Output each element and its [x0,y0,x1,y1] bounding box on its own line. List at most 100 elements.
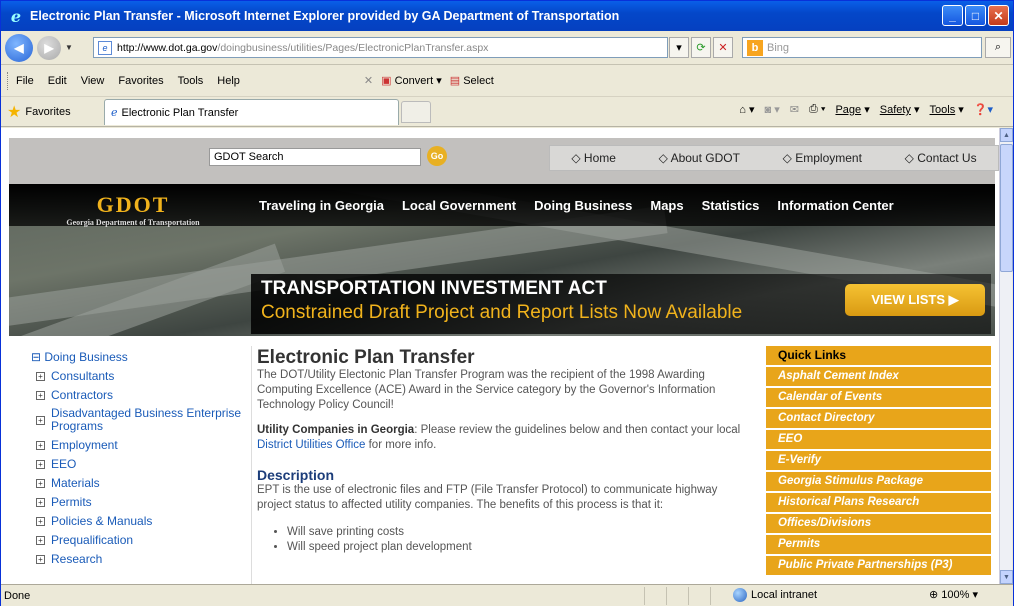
district-utilities-link[interactable]: District Utilities Office [257,439,365,451]
expand-icon: + [36,517,45,526]
select-label: Select [463,75,494,87]
zoom-control[interactable]: ⊕ 100% ▾ [929,588,978,601]
status-text: Done [4,589,31,602]
mainnav-traveling[interactable]: Traveling in Georgia [259,198,384,213]
expand-icon: + [36,391,45,400]
menu-view[interactable]: View [81,75,105,87]
new-tab-button[interactable] [401,101,431,123]
main-nav: Traveling in Georgia Local Government Do… [259,198,894,213]
page-title: Electronic Plan Transfer [257,347,475,368]
address-input[interactable]: e http://www.dot.ga.gov /doingbusiness/u… [93,37,668,58]
left-nav-root[interactable]: ⊟ Doing Business [31,350,251,364]
nav-about[interactable]: ◇ About GDOT [659,151,740,165]
stop-icon[interactable]: ✕ [713,37,733,58]
mainnav-information-center[interactable]: Information Center [777,198,893,213]
site-search-input[interactable]: GDOT Search [209,148,421,166]
quick-link-historical-plans[interactable]: Historical Plans Research [766,493,991,512]
maximize-button[interactable]: □ [965,5,986,26]
left-nav-item-contractors[interactable]: + Contractors [31,388,251,402]
select-button[interactable]: ▤ Select [450,74,494,87]
print-icon[interactable]: ⎙ ▾ [809,103,825,116]
left-nav-label: Consultants [51,369,115,383]
mainnav-local-government[interactable]: Local Government [402,198,516,213]
scroll-down-icon[interactable]: ▼ [1000,570,1013,584]
search-icon[interactable]: ⌕ [985,37,1011,58]
site-search-go-button[interactable]: Go [427,146,447,166]
help-icon[interactable]: ❓▾ [974,103,993,116]
quick-link-asphalt[interactable]: Asphalt Cement Index [766,367,991,386]
description-paragraph: EPT is the use of electronic files and F… [257,484,718,511]
left-nav-item-eeo[interactable]: + EEO [31,457,251,471]
utility-paragraph: Utility Companies in Georgia: Please rev… [257,423,753,453]
quick-link-stimulus[interactable]: Georgia Stimulus Package [766,472,991,491]
url-domain: http://www.dot.ga.gov [117,41,218,54]
left-nav-item-research[interactable]: + Research [31,552,251,566]
convert-button[interactable]: ▣ Convert ▾ [381,74,442,87]
quick-link-offices[interactable]: Offices/Divisions [766,514,991,533]
status-bar: Done Local intranet ⊕ 100% ▾ [1,584,1013,606]
nav-contact[interactable]: ◇ Contact Us [905,151,977,165]
refresh-icon[interactable]: ⟳ [691,37,711,58]
feeds-icon[interactable]: ◙ ▾ [765,103,780,116]
favorites-button[interactable]: ★ Favorites [7,102,71,122]
list-item: Will save printing costs [287,525,753,540]
scroll-thumb[interactable] [1000,144,1013,272]
promo-headline: TRANSPORTATION INVESTMENT ACT [261,278,607,299]
view-lists-button[interactable]: VIEW LISTS ▶ [845,284,985,316]
quick-link-p3[interactable]: Public Private Partnerships (P3) [766,556,991,575]
menu-edit[interactable]: Edit [48,75,67,87]
scroll-up-icon[interactable]: ▲ [1000,128,1013,142]
title-bar: e Electronic Plan Transfer - Microsoft I… [1,1,1013,31]
left-nav-item-employment[interactable]: + Employment [31,438,251,452]
browser-tab[interactable]: e Electronic Plan Transfer [104,99,399,125]
quick-link-everify[interactable]: E-Verify [766,451,991,470]
search-input[interactable]: b Bing [742,37,982,58]
addon-toolbar: ✕ ▣ Convert ▾ ▤ Select [364,74,494,87]
home-icon[interactable]: ⌂ ▾ [739,103,754,116]
left-nav-item-policies[interactable]: + Policies & Manuals [31,514,251,528]
left-nav-root-label: Doing Business [44,350,128,364]
nav-employment[interactable]: ◇ Employment [783,151,862,165]
menu-favorites[interactable]: Favorites [118,75,163,87]
mainnav-maps[interactable]: Maps [650,198,683,213]
left-nav-item-materials[interactable]: + Materials [31,476,251,490]
quick-link-eeo[interactable]: EEO [766,430,991,449]
mail-icon[interactable]: ✉ [790,103,799,116]
left-nav-item-consultants[interactable]: + Consultants [31,369,251,383]
convert-icon: ▣ [381,75,392,87]
mainnav-statistics[interactable]: Statistics [702,198,760,213]
url-dropdown-icon[interactable]: ▾ [669,37,689,58]
vertical-scrollbar[interactable]: ▲ ▼ [999,128,1013,584]
security-zone[interactable]: Local intranet [733,588,817,602]
gdot-logo[interactable]: GDOT Georgia Department of Transportatio… [33,192,233,227]
left-nav-item-prequalification[interactable]: + Prequalification [31,533,251,547]
left-nav-item-permits[interactable]: + Permits [31,495,251,509]
expand-icon: + [36,416,45,425]
left-nav-item-dbe[interactable]: + Disadvantaged Business Enterprise Progr… [31,407,251,433]
promo-subline: Constrained Draft Project and Report Lis… [261,302,743,323]
history-dropdown-icon[interactable]: ▼ [65,43,73,52]
close-button[interactable]: ✕ [988,5,1009,26]
menu-tools[interactable]: Tools [178,75,204,87]
back-button[interactable]: ◀ [5,33,33,62]
page-menu[interactable]: Page ▾ [835,103,869,116]
menu-help[interactable]: Help [217,75,240,87]
tools-menu[interactable]: Tools ▾ [930,103,964,116]
tab-title: Electronic Plan Transfer [121,106,239,119]
minimize-button[interactable]: _ [942,5,963,26]
quick-link-contact-directory[interactable]: Contact Directory [766,409,991,428]
command-bar: ⌂ ▾ ◙ ▾ ✉ ⎙ ▾ Page ▾ Safety ▾ Tools ▾ ❓▾ [739,103,993,116]
quick-link-permits[interactable]: Permits [766,535,991,554]
close-toolbar-icon[interactable]: ✕ [364,74,373,87]
main-article: Electronic Plan Transfer The DOT/Utility… [257,347,753,555]
utility-nav: ◇ Home ◇ About GDOT ◇ Employment ◇ Conta… [549,145,999,171]
left-nav-label: Employment [51,438,118,452]
mainnav-doing-business[interactable]: Doing Business [534,198,632,213]
status-segment [688,586,710,605]
menu-file[interactable]: File [16,75,34,87]
window-title: Electronic Plan Transfer - Microsoft Int… [30,9,620,23]
quick-link-calendar[interactable]: Calendar of Events [766,388,991,407]
nav-home[interactable]: ◇ Home [571,151,616,165]
safety-menu[interactable]: Safety ▾ [880,103,920,116]
forward-button[interactable]: ▶ [37,35,61,60]
